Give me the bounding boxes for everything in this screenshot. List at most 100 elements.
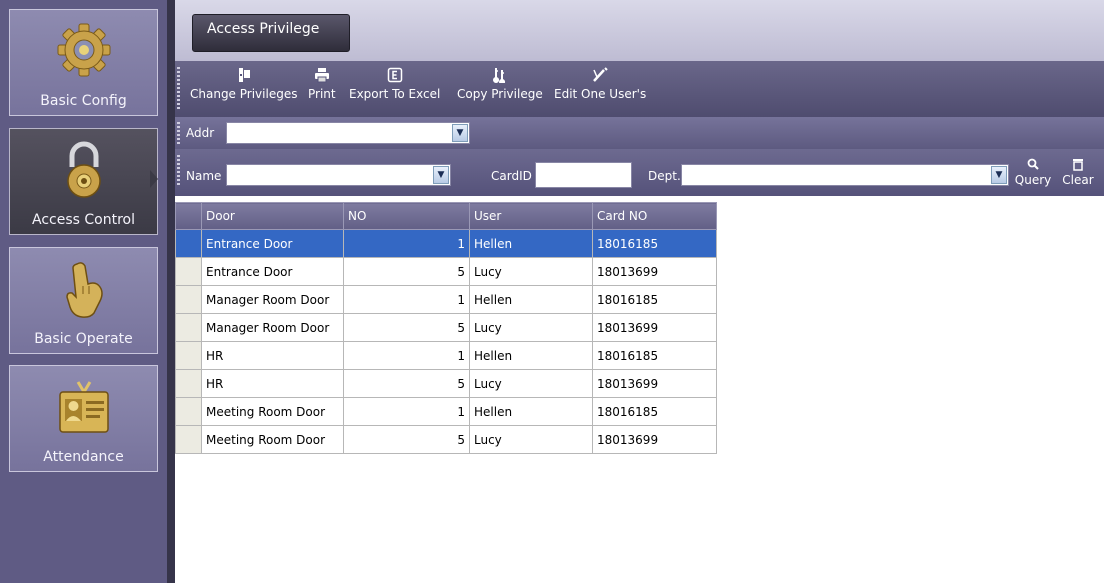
table-row[interactable]: HR 5 Lucy 18013699 bbox=[175, 369, 717, 398]
edit-one-user-label: Edit One User's bbox=[554, 87, 647, 101]
cell-door[interactable]: Manager Room Door bbox=[201, 313, 344, 342]
chevron-down-icon[interactable]: ▼ bbox=[991, 166, 1007, 184]
sidebar-item-basic-operate[interactable]: Basic Operate bbox=[9, 247, 158, 354]
cell-no[interactable]: 1 bbox=[343, 397, 470, 426]
sidebar-item-attendance[interactable]: Attendance bbox=[9, 365, 158, 472]
table-row[interactable]: Manager Room Door 1 Hellen 18016185 bbox=[175, 285, 717, 314]
cell-user[interactable]: Hellen bbox=[469, 397, 593, 426]
copy-privilege-button[interactable]: Copy Privilege bbox=[457, 67, 543, 111]
export-to-excel-button[interactable]: Export To Excel bbox=[349, 67, 440, 111]
table-row[interactable]: Entrance Door 1 Hellen 18016185 bbox=[175, 229, 717, 258]
table-row[interactable]: HR 1 Hellen 18016185 bbox=[175, 341, 717, 370]
printer-icon bbox=[314, 68, 329, 83]
cell-card-no[interactable]: 18016185 bbox=[592, 341, 717, 370]
excel-icon bbox=[387, 67, 402, 83]
active-indicator-arrow bbox=[150, 170, 158, 188]
cell-no[interactable]: 5 bbox=[343, 425, 470, 454]
query-label: Query bbox=[1014, 173, 1052, 187]
table-row[interactable]: Meeting Room Door 1 Hellen 18016185 bbox=[175, 397, 717, 426]
cell-card-no[interactable]: 18013699 bbox=[592, 369, 717, 398]
cell-card-no[interactable]: 18013699 bbox=[592, 257, 717, 286]
print-button[interactable]: Print bbox=[308, 67, 336, 111]
addr-label: Addr bbox=[186, 126, 215, 140]
addr-bar-grip[interactable] bbox=[177, 122, 180, 144]
cell-no[interactable]: 1 bbox=[343, 285, 470, 314]
table-row[interactable]: Meeting Room Door 5 Lucy 18013699 bbox=[175, 425, 717, 454]
copy-privilege-label: Copy Privilege bbox=[457, 87, 543, 101]
table-row[interactable]: Manager Room Door 5 Lucy 18013699 bbox=[175, 313, 717, 342]
row-selector[interactable] bbox=[175, 313, 202, 342]
door-icon bbox=[238, 68, 250, 82]
id-card-icon bbox=[10, 378, 157, 434]
cell-user[interactable]: Hellen bbox=[469, 229, 593, 258]
row-selector[interactable] bbox=[175, 425, 202, 454]
row-selector[interactable] bbox=[175, 397, 202, 426]
row-selector[interactable] bbox=[175, 285, 202, 314]
cell-no[interactable]: 5 bbox=[343, 257, 470, 286]
column-header-card-no[interactable]: Card NO bbox=[592, 202, 717, 230]
export-to-excel-label: Export To Excel bbox=[349, 87, 441, 101]
column-header-door[interactable]: Door bbox=[201, 202, 344, 230]
padlock-icon bbox=[10, 141, 157, 198]
sidebar-item-label: Attendance bbox=[43, 449, 124, 465]
cell-card-no[interactable]: 18013699 bbox=[592, 425, 717, 454]
cell-card-no[interactable]: 18016185 bbox=[592, 397, 717, 426]
cell-card-no[interactable]: 18016185 bbox=[592, 229, 717, 258]
tab-bar: Access Privilege bbox=[175, 0, 1104, 61]
cell-no[interactable]: 1 bbox=[343, 229, 470, 258]
cell-door[interactable]: Entrance Door bbox=[201, 257, 344, 286]
cell-door[interactable]: Manager Room Door bbox=[201, 285, 344, 314]
edit-user-icon bbox=[593, 67, 608, 82]
row-selector[interactable] bbox=[175, 229, 202, 258]
chevron-down-icon[interactable]: ▼ bbox=[433, 166, 449, 184]
search-bar-grip[interactable] bbox=[177, 155, 180, 187]
cell-door[interactable]: HR bbox=[201, 341, 344, 370]
column-header-no[interactable]: NO bbox=[343, 202, 470, 230]
dept-select[interactable]: ▼ bbox=[681, 164, 1009, 186]
row-selector[interactable] bbox=[175, 341, 202, 370]
sidebar-item-access-control[interactable]: Access Control bbox=[9, 128, 158, 235]
chevron-down-icon[interactable]: ▼ bbox=[452, 124, 468, 142]
tab-access-privilege[interactable]: Access Privilege bbox=[192, 14, 350, 52]
cell-no[interactable]: 1 bbox=[343, 341, 470, 370]
column-header-user[interactable]: User bbox=[469, 202, 593, 230]
cell-door[interactable]: Meeting Room Door bbox=[201, 425, 344, 454]
cell-no[interactable]: 5 bbox=[343, 313, 470, 342]
sidebar-item-label: Basic Operate bbox=[34, 331, 133, 347]
cell-door[interactable]: HR bbox=[201, 369, 344, 398]
cell-user[interactable]: Lucy bbox=[469, 313, 593, 342]
cell-user[interactable]: Hellen bbox=[469, 285, 593, 314]
cardid-input[interactable] bbox=[535, 162, 632, 188]
cell-card-no[interactable]: 18016185 bbox=[592, 285, 717, 314]
query-button[interactable]: Query bbox=[1013, 157, 1053, 187]
clear-button[interactable]: Clear bbox=[1058, 157, 1098, 187]
change-privileges-label: Change Privileges bbox=[190, 87, 298, 101]
change-privileges-button[interactable]: Change Privileges bbox=[190, 67, 297, 111]
cell-user[interactable]: Lucy bbox=[469, 369, 593, 398]
name-select[interactable]: ▼ bbox=[226, 164, 451, 186]
addr-filter-bar: Addr ▼ bbox=[175, 117, 1104, 149]
privilege-table: Door NO User Card NO Entrance Door 1 Hel… bbox=[175, 202, 717, 454]
table-header-row: Door NO User Card NO bbox=[175, 202, 717, 230]
table-row[interactable]: Entrance Door 5 Lucy 18013699 bbox=[175, 257, 717, 286]
name-label: Name bbox=[186, 169, 222, 183]
toolbar-grip[interactable] bbox=[177, 67, 180, 111]
row-header-corner[interactable] bbox=[175, 202, 202, 230]
row-selector[interactable] bbox=[175, 257, 202, 286]
cell-door[interactable]: Meeting Room Door bbox=[201, 397, 344, 426]
cell-user[interactable]: Lucy bbox=[469, 425, 593, 454]
sidebar-item-label: Access Control bbox=[32, 212, 135, 228]
sidebar-item-label: Basic Config bbox=[40, 93, 127, 109]
edit-one-user-button[interactable]: Edit One User's bbox=[554, 67, 646, 111]
sidebar-item-basic-config[interactable]: Basic Config bbox=[9, 9, 158, 116]
cell-user[interactable]: Hellen bbox=[469, 341, 593, 370]
cell-user[interactable]: Lucy bbox=[469, 257, 593, 286]
row-selector[interactable] bbox=[175, 369, 202, 398]
cell-no[interactable]: 5 bbox=[343, 369, 470, 398]
cell-door[interactable]: Entrance Door bbox=[201, 229, 344, 258]
sidebar: Basic Config Access Control Basic Operat… bbox=[0, 0, 167, 583]
search-icon bbox=[1027, 158, 1039, 170]
addr-select[interactable]: ▼ bbox=[226, 122, 470, 144]
cell-card-no[interactable]: 18013699 bbox=[592, 313, 717, 342]
dept-label: Dept. bbox=[648, 169, 681, 183]
